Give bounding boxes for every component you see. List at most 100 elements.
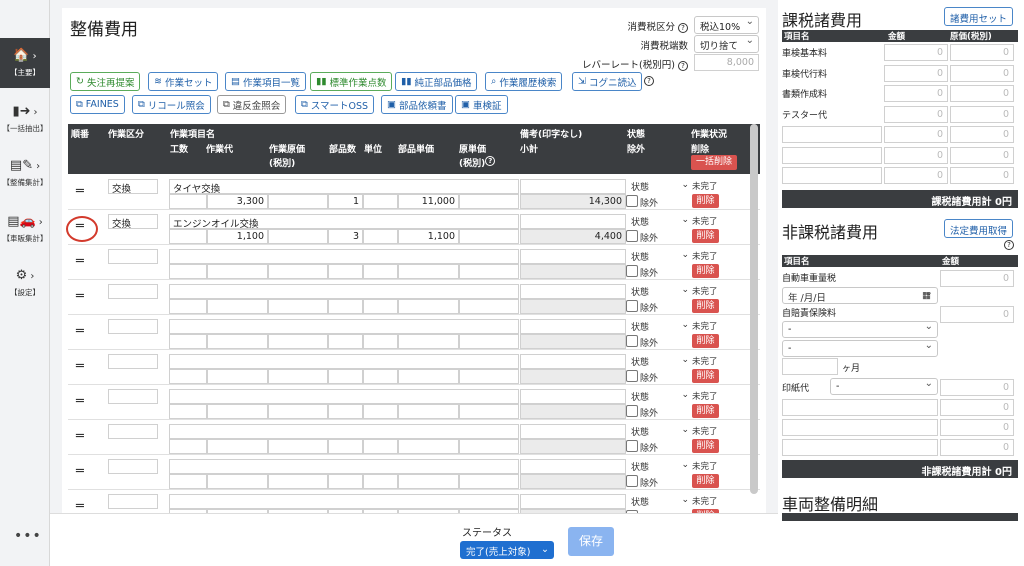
status-select[interactable]: 状態 ⌄ [631, 390, 689, 404]
delete-row-button[interactable]: 削除 [692, 194, 719, 208]
taxable-cost[interactable]: 0 [950, 105, 1014, 123]
work-set-button[interactable]: ≋ 作業セット [148, 72, 219, 91]
exclude-checkbox[interactable] [626, 335, 638, 347]
work-name-input[interactable]: タイヤ交換 [169, 179, 519, 194]
orig-price-input[interactable] [459, 299, 519, 314]
labor-hours-input[interactable] [169, 334, 207, 349]
nav-maintenance-summary[interactable]: ▤✎ › 【整備集計】 [0, 148, 50, 198]
part-price-input[interactable] [398, 404, 459, 419]
nav-main[interactable]: 🏠 › 【主要】 [0, 38, 50, 88]
help-icon[interactable]: ? [485, 156, 496, 166]
labor-hours-input[interactable] [169, 439, 207, 454]
work-type-input[interactable] [108, 354, 158, 369]
work-cost-input[interactable] [268, 299, 328, 314]
unit-input[interactable] [363, 369, 398, 384]
notes-input[interactable] [520, 424, 626, 439]
orig-price-input[interactable] [459, 264, 519, 279]
delete-row-button[interactable]: 削除 [692, 229, 719, 243]
part-qty-input[interactable] [328, 404, 363, 419]
help-icon[interactable]: ? [678, 61, 688, 71]
part-qty-input[interactable] [328, 439, 363, 454]
faines-button[interactable]: ⧉ FAINES [70, 95, 125, 114]
labor-cost-input[interactable] [207, 474, 268, 489]
stamp-amount[interactable]: 0 [940, 379, 1014, 396]
delete-row-button[interactable]: 削除 [692, 474, 719, 488]
status-select[interactable]: 状態 ⌄ [631, 320, 689, 334]
exclude-checkbox[interactable] [626, 440, 638, 452]
help-icon[interactable]: ? [1004, 240, 1014, 250]
nontaxable-amount[interactable]: 0 [940, 439, 1014, 456]
work-cost-input[interactable] [268, 264, 328, 279]
part-qty-input[interactable]: 1 [328, 194, 363, 209]
taxable-amount[interactable]: 0 [884, 126, 948, 143]
work-cost-input[interactable] [268, 334, 328, 349]
status-select[interactable]: 状態 ⌄ [631, 460, 689, 474]
notes-input[interactable] [520, 354, 626, 369]
status-select[interactable]: 状態 ⌄ [631, 285, 689, 299]
taxable-cost[interactable]: 0 [950, 146, 1014, 164]
vehicle-cert-button[interactable]: ▣ 車検証 [455, 95, 508, 114]
taxable-amount[interactable]: 0 [884, 105, 948, 123]
part-price-input[interactable] [398, 334, 459, 349]
nontaxable-amount[interactable]: 0 [940, 419, 1014, 436]
part-qty-input[interactable] [328, 299, 363, 314]
taxable-amount[interactable]: 0 [884, 64, 948, 82]
taxable-cost[interactable]: 0 [950, 126, 1014, 143]
tax-type-select[interactable]: 税込10% [694, 16, 759, 34]
taxable-item-input[interactable] [782, 44, 882, 61]
drag-handle-icon[interactable]: ═ [76, 464, 84, 479]
exclude-checkbox[interactable] [626, 265, 638, 277]
orig-price-input[interactable] [459, 474, 519, 489]
work-cost-input[interactable] [268, 474, 328, 489]
exclude-checkbox[interactable] [626, 300, 638, 312]
part-qty-input[interactable] [328, 334, 363, 349]
work-name-input[interactable] [169, 459, 519, 474]
drag-handle-icon[interactable]: ═ [76, 184, 84, 199]
work-type-input[interactable] [108, 389, 158, 404]
notes-input[interactable] [520, 389, 626, 404]
parts-request-button[interactable]: ▣ 部品依頼書 [381, 95, 453, 114]
notes-input[interactable] [520, 214, 626, 229]
legal-fee-button[interactable]: 法定費用取得 [944, 219, 1014, 238]
drag-handle-icon[interactable]: ═ [76, 394, 84, 409]
help-icon[interactable]: ? [678, 23, 688, 33]
unit-input[interactable] [363, 229, 398, 244]
insurance-select-2[interactable]: - [782, 340, 938, 357]
exclude-checkbox[interactable] [626, 195, 638, 207]
bulk-delete-button[interactable]: 一括削除 [691, 155, 737, 170]
drag-handle-icon[interactable]: ═ [76, 499, 84, 513]
status-select[interactable]: 状態 ⌄ [631, 180, 689, 194]
drag-handle-icon[interactable]: ═ [76, 359, 84, 374]
work-name-input[interactable] [169, 494, 519, 509]
exclude-checkbox[interactable] [626, 370, 638, 382]
smart-oss-button[interactable]: ⧉ スマートOSS [295, 95, 375, 114]
notes-input[interactable] [520, 459, 626, 474]
unit-input[interactable] [363, 334, 398, 349]
part-price-input[interactable]: 11,000 [398, 194, 459, 209]
part-qty-input[interactable] [328, 369, 363, 384]
unit-input[interactable] [363, 439, 398, 454]
nontaxable-item-input[interactable] [782, 399, 938, 416]
drag-handle-icon[interactable]: ═ [76, 429, 84, 444]
months-input[interactable] [782, 358, 838, 375]
status-select[interactable]: 状態 ⌄ [631, 250, 689, 264]
notes-input[interactable] [520, 249, 626, 264]
taxable-amount[interactable]: 0 [884, 146, 948, 164]
taxable-item-input[interactable] [782, 167, 882, 184]
delete-row-button[interactable]: 削除 [692, 264, 719, 278]
part-price-input[interactable] [398, 264, 459, 279]
labor-cost-input[interactable] [207, 334, 268, 349]
drag-handle-icon[interactable]: ═ [76, 324, 84, 339]
standard-points-button[interactable]: ▮▮ 標準作業点数 [310, 72, 393, 91]
part-price-input[interactable] [398, 439, 459, 454]
labor-hours-input[interactable] [169, 229, 207, 244]
nontaxable-item-input[interactable] [782, 419, 938, 436]
taxable-amount[interactable]: 0 [884, 167, 948, 184]
more-icon[interactable]: ••• [14, 528, 42, 544]
orig-price-input[interactable] [459, 194, 519, 209]
nav-sales-summary[interactable]: ▤🚗 › 【車販集計】 [0, 204, 50, 254]
labor-cost-input[interactable] [207, 369, 268, 384]
delete-row-button[interactable]: 削除 [692, 404, 719, 418]
delete-row-button[interactable]: 削除 [692, 299, 719, 313]
work-cost-input[interactable] [268, 404, 328, 419]
